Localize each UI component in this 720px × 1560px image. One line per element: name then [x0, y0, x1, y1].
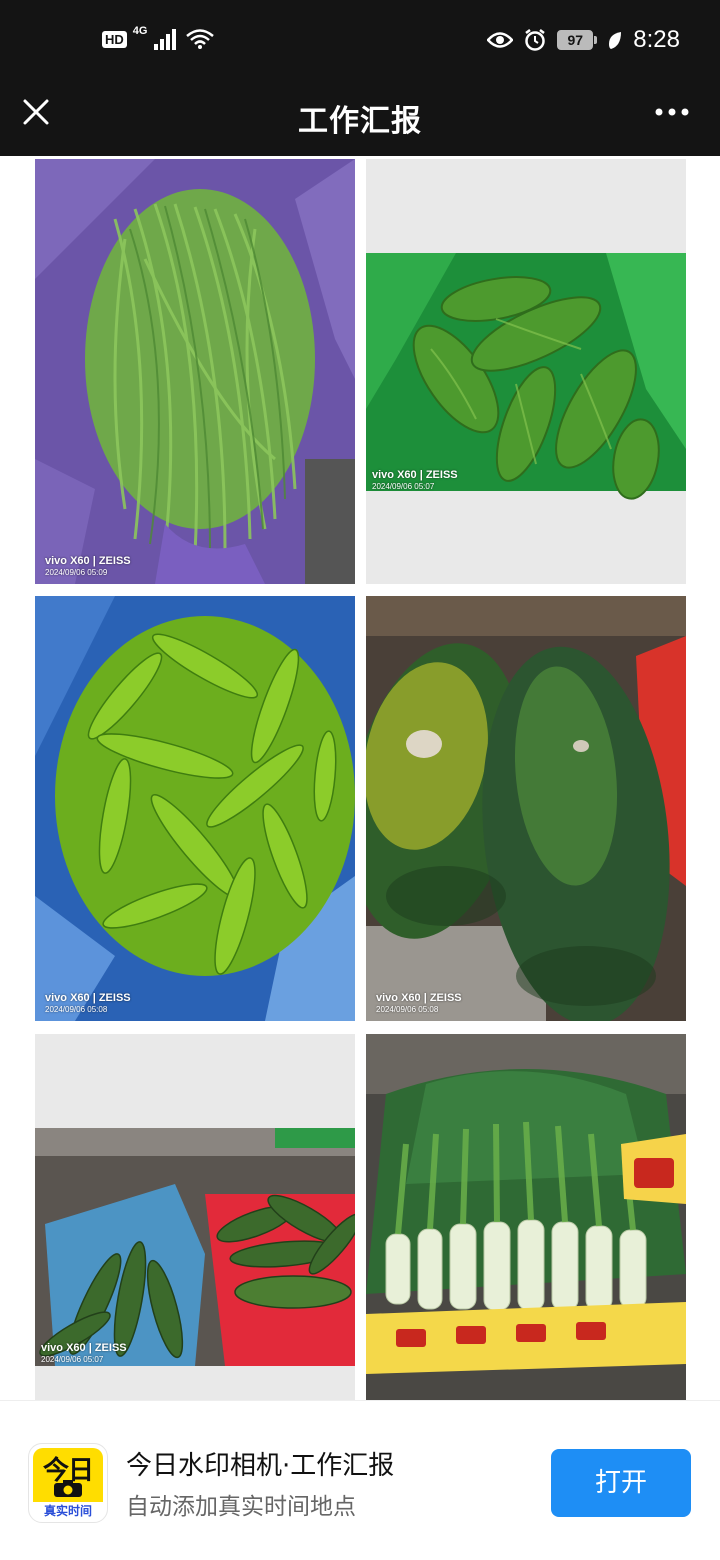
- watermark-device: vivo X60 | ZEISS: [45, 555, 131, 567]
- watermark-device: vivo X60 | ZEISS: [372, 469, 458, 481]
- camera-icon: [54, 1480, 82, 1497]
- status-right: 97 8:28: [487, 26, 680, 54]
- wifi-icon: [186, 29, 215, 49]
- photo-green-peppers[interactable]: vivo X60 | ZEISS 2024/09/06 05:08: [35, 596, 355, 1021]
- battery-level: 97: [557, 30, 594, 50]
- open-app-button[interactable]: 打开: [551, 1449, 691, 1517]
- eye-icon: [487, 32, 514, 48]
- green-onion-image: [366, 1034, 686, 1400]
- network-label: 4G: [132, 25, 148, 37]
- watermark-device: vivo X60 | ZEISS: [376, 992, 462, 1004]
- status-bar: HD 4G 97 8:28: [0, 0, 720, 84]
- photo-green-beans[interactable]: vivo X60 | ZEISS 2024/09/06 05:09: [35, 159, 355, 584]
- photo-watermark: vivo X60 | ZEISS 2024/09/06 05:07: [41, 1342, 127, 1364]
- green-pepper-image: [35, 596, 355, 1021]
- app-icon[interactable]: 今日 真实时间: [28, 1443, 108, 1523]
- photo-watermark: vivo X60 | ZEISS 2024/09/06 05:08: [376, 992, 462, 1014]
- hd-badge: HD: [102, 30, 127, 48]
- app-icon-label: 真实时间: [43, 1504, 92, 1518]
- watermark-device: vivo X60 | ZEISS: [41, 1342, 127, 1354]
- photo-watermark: vivo X60 | ZEISS 2024/09/06 05:08: [45, 992, 131, 1014]
- signal-icon: [154, 29, 177, 50]
- photo-bitter-melons[interactable]: vivo X60 | ZEISS 2024/09/06 05:07: [366, 159, 686, 584]
- leaf-icon: [609, 32, 622, 49]
- watermark-time: 2024/09/06 05:08: [376, 1004, 439, 1014]
- photo-grid: vivo X60 | ZEISS 2024/09/06 05:09 vivo X…: [0, 156, 720, 1400]
- photo-green-onions[interactable]: [366, 1034, 686, 1400]
- battery-icon: 97: [557, 30, 598, 50]
- photo-watermark: vivo X60 | ZEISS 2024/09/06 05:09: [45, 555, 131, 577]
- green-beans-image: [35, 159, 355, 584]
- watermark-time: 2024/09/06 05:08: [45, 1004, 108, 1014]
- watermark-time: 2024/09/06 05:07: [372, 481, 435, 491]
- clock: 8:28: [633, 26, 680, 53]
- winter-melon-image: [366, 596, 686, 1021]
- alarm-icon: [525, 29, 546, 51]
- banner-title: 今日水印相机·工作汇报: [126, 1451, 395, 1481]
- app-promo-banner: 今日 真实时间 今日水印相机·工作汇报 自动添加真实时间地点 打开: [0, 1400, 720, 1560]
- app-icon-top: 今日: [33, 1448, 103, 1502]
- banner-subtitle: 自动添加真实时间地点: [126, 1494, 356, 1520]
- photo-watermark: vivo X60 | ZEISS 2024/09/06 05:07: [372, 469, 458, 491]
- watermark-time: 2024/09/06 05:09: [45, 567, 108, 577]
- watermark-time: 2024/09/06 05:07: [41, 1354, 104, 1364]
- photo-cucumbers[interactable]: vivo X60 | ZEISS 2024/09/06 05:07: [35, 1034, 355, 1400]
- page-title: 工作汇报: [298, 104, 422, 139]
- more-icon[interactable]: [654, 102, 690, 122]
- status-left: HD 4G: [102, 25, 215, 50]
- nav-bar: 工作汇报: [0, 84, 720, 156]
- bitter-melon-image: [366, 159, 686, 584]
- watermark-device: vivo X60 | ZEISS: [45, 992, 131, 1004]
- photo-winter-melons[interactable]: vivo X60 | ZEISS 2024/09/06 05:08: [366, 596, 686, 1021]
